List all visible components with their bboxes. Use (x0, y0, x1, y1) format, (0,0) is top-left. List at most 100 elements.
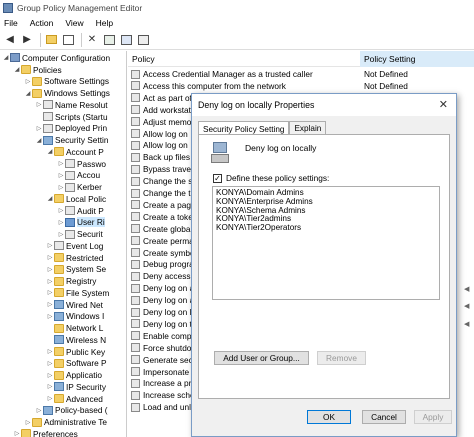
folder-up-icon[interactable] (44, 33, 58, 47)
add-user-or-group-button[interactable]: Add User or Group... (214, 351, 309, 365)
tree-item[interactable]: ▷ Securit (57, 228, 103, 240)
tree-item-label: Windows I (66, 311, 105, 322)
column-header-policy-setting[interactable]: Policy Setting (360, 51, 474, 67)
tree-item[interactable]: ▷ User Ri (57, 217, 105, 229)
policy-name-cell: Create a page (143, 199, 196, 210)
expand-arrow-icon[interactable]: ▷ (35, 101, 43, 108)
tree-item[interactable]: ▷ Name Resolut (35, 99, 108, 111)
remove-button[interactable]: Remove (317, 351, 366, 365)
tree-item[interactable]: ▷ Wired Net (46, 299, 103, 311)
properties-icon[interactable] (136, 33, 150, 47)
back-icon[interactable]: ◀ (3, 33, 17, 47)
expand-arrow-icon[interactable]: ▷ (46, 395, 54, 402)
tree-item[interactable]: ▷ Audit P (57, 205, 104, 217)
forward-icon[interactable]: ▶ (20, 33, 34, 47)
expand-arrow-icon[interactable]: ▷ (57, 207, 65, 214)
expand-arrow-icon[interactable]: ▷ (46, 266, 54, 273)
tree-item[interactable]: ◢ Computer Configuration (2, 52, 110, 64)
expand-arrow-icon[interactable]: ▷ (57, 219, 65, 226)
tree-item[interactable]: ◢ Local Polic (46, 193, 106, 205)
close-icon[interactable]: ✕ (439, 98, 448, 111)
expand-arrow-icon[interactable]: ▷ (46, 289, 54, 296)
collapse-arrow-icon[interactable]: ◢ (46, 195, 54, 202)
expand-arrow-icon[interactable]: ▷ (35, 125, 43, 132)
list-item[interactable]: KONYA\Tier2Operators (216, 223, 436, 233)
tree-item[interactable]: ▷ Advanced (46, 393, 103, 405)
menu-help[interactable]: Help (96, 18, 113, 28)
policy-name-cell: Enable compu (143, 330, 197, 341)
tree-item[interactable]: ▷ Accou (57, 170, 100, 182)
tree-item[interactable]: ▷ Policy-based ( (35, 405, 108, 417)
menu-view[interactable]: View (65, 18, 83, 28)
tree-item[interactable]: Scripts (Startu (35, 111, 108, 123)
policy-name-cell: Change the ti (143, 188, 193, 198)
tree-item[interactable]: ▷ Kerber (57, 181, 102, 193)
delete-icon[interactable]: ✕ (85, 33, 99, 47)
menu-file[interactable]: File (4, 18, 18, 28)
expand-arrow-icon[interactable]: ▷ (46, 278, 54, 285)
define-policy-settings-checkbox[interactable]: ✓ Define these policy settings: (213, 173, 329, 183)
collapse-arrow-icon[interactable]: ◢ (24, 90, 32, 97)
tree-item-label: Event Log (66, 240, 104, 251)
ok-button[interactable]: OK (307, 410, 351, 424)
expand-arrow-icon[interactable]: ▷ (46, 372, 54, 379)
tree-item[interactable]: ▷ Deployed Prin (35, 123, 107, 135)
tree-item[interactable]: ▷ Passwo (57, 158, 106, 170)
tree-item-label: Public Key (66, 346, 106, 357)
tree-item[interactable]: ◢ Policies (13, 64, 62, 76)
tree-item[interactable]: ▷ Windows I (46, 311, 105, 323)
tree-item[interactable]: ▷ Software Settings (24, 76, 109, 88)
tree-item[interactable]: Wireless N (46, 334, 106, 346)
apply-button[interactable]: Apply (414, 410, 452, 424)
expand-arrow-icon[interactable]: ▷ (46, 313, 54, 320)
policy-item-icon (131, 355, 140, 365)
expand-arrow-icon[interactable]: ▷ (57, 160, 65, 167)
tree-item[interactable]: ▷ Administrative Te (24, 416, 107, 428)
tree-item[interactable]: ▷ System Se (46, 264, 106, 276)
expand-arrow-icon[interactable]: ▷ (46, 254, 54, 261)
expand-arrow-icon[interactable]: ▷ (13, 430, 21, 437)
console-tree[interactable]: ◢ Computer Configuration ◢ Policies ▷ Softwar… (0, 51, 127, 437)
expand-arrow-icon[interactable]: ▷ (57, 184, 65, 191)
expand-arrow-icon[interactable]: ▷ (24, 419, 32, 426)
show-hide-tree-icon[interactable] (61, 33, 75, 47)
tree-item[interactable]: ▷ Software P (46, 358, 107, 370)
column-header-policy[interactable]: Policy (132, 54, 155, 64)
expand-arrow-icon[interactable]: ▷ (57, 231, 65, 238)
tree-item[interactable]: ▷ Registry (46, 275, 97, 287)
tree-item[interactable]: ▷ Event Log (46, 240, 104, 252)
table-row[interactable]: Access this computer from the network Not… (128, 80, 474, 92)
menu-action[interactable]: Action (30, 18, 54, 28)
expand-arrow-icon[interactable]: ▷ (46, 301, 54, 308)
tree-item[interactable]: ▷ Applicatio (46, 369, 102, 381)
collapse-arrow-icon[interactable]: ◢ (35, 137, 43, 144)
list-vertical-scrollbar[interactable]: ◀ ◀ ◀ (461, 285, 474, 437)
tree-item[interactable]: ▷ Preferences (13, 428, 78, 437)
expand-arrow-icon[interactable]: ▷ (35, 407, 43, 414)
tree-item[interactable]: ◢ Account P (46, 146, 104, 158)
export-icon[interactable] (102, 33, 116, 47)
expand-arrow-icon[interactable]: ▷ (46, 383, 54, 390)
table-row[interactable]: Access Credential Manager as a trusted c… (128, 68, 474, 80)
collapse-arrow-icon[interactable]: ◢ (2, 54, 10, 61)
tree-item[interactable]: ◢ Windows Settings (24, 87, 110, 99)
tree-item[interactable]: ▷ IP Security (46, 381, 106, 393)
help-icon[interactable] (119, 33, 133, 47)
expand-arrow-icon[interactable]: ▷ (46, 242, 54, 249)
tree-item[interactable]: ◢ Security Settin (35, 134, 109, 146)
checkbox-check-icon[interactable]: ✓ (213, 173, 222, 183)
cancel-button[interactable]: Cancel (362, 410, 406, 424)
expand-arrow-icon[interactable]: ▷ (24, 78, 32, 85)
tree-item[interactable]: Network L (46, 322, 103, 334)
expand-arrow-icon[interactable]: ▷ (57, 172, 65, 179)
collapse-arrow-icon[interactable]: ◢ (46, 148, 54, 155)
policy-name-cell: Create symbo (143, 247, 195, 258)
tree-item[interactable]: ▷ File System (46, 287, 110, 299)
tree-item[interactable]: ▷ Public Key (46, 346, 106, 358)
collapse-arrow-icon[interactable]: ◢ (13, 66, 21, 73)
expand-arrow-icon[interactable]: ▷ (46, 360, 54, 367)
users-groups-list[interactable]: KONYA\Domain Admins KONYA\Enterprise Admi… (212, 186, 440, 300)
tree-item[interactable]: ▷ Restricted (46, 252, 104, 264)
tab-explain[interactable]: Explain (289, 121, 327, 135)
expand-arrow-icon[interactable]: ▷ (46, 348, 54, 355)
